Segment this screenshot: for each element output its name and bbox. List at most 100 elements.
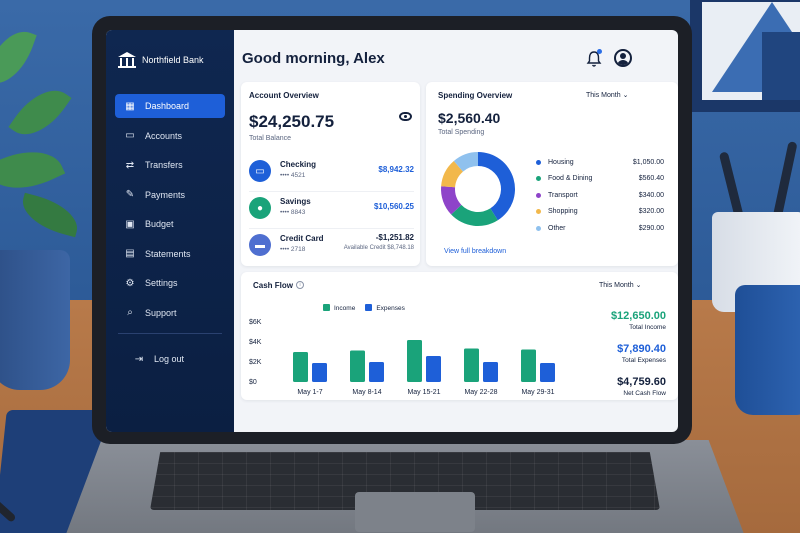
logout-button[interactable]: ⇥ Log out [124, 347, 224, 371]
donut-slice-1 [451, 204, 498, 226]
expense-bar-2 [426, 356, 441, 382]
cash-flow-legend: Income Expenses [323, 304, 405, 312]
total-balance-label: Total Balance [249, 135, 292, 142]
total-expenses-value: $7,890.40 [617, 343, 666, 355]
avatar[interactable] [614, 49, 632, 67]
legend-swatch [536, 159, 541, 165]
account-number: •••• 2718 [280, 246, 306, 253]
period-select[interactable]: This Month ⌄ [586, 91, 628, 99]
bank-icon [118, 52, 136, 68]
legend-label: Housing [548, 158, 574, 166]
legend-item: Transport $340.00 [536, 187, 664, 204]
account-amount: -$1,251.82 [375, 233, 414, 242]
account-row-credit-card[interactable]: ▬ Credit Card •••• 2718 -$1,251.82 Avail… [249, 232, 414, 262]
total-balance: $24,250.75 [249, 112, 335, 131]
sidebar-item-label: Support [145, 307, 177, 318]
y-tick-label: $4K [249, 339, 262, 346]
x-tick-label: May 15-21 [407, 389, 440, 396]
income-bar-2 [407, 340, 422, 382]
legend-value: $320.00 [638, 208, 664, 216]
account-amount: $10,560.25 [373, 202, 414, 211]
legend-item-expenses: Expenses [365, 304, 405, 312]
legend-swatch [536, 176, 541, 182]
period-select-value: This Month [599, 282, 634, 289]
trackpad [355, 492, 475, 532]
sidebar-item-budget[interactable]: ▣ Budget [115, 212, 225, 236]
sidebar-item-transfers[interactable]: ⇄ Transfers [115, 153, 225, 177]
available-credit: Available Credit $8,748.18 [343, 245, 414, 251]
budget-icon: ▣ [125, 218, 135, 230]
y-tick-label: $2K [249, 359, 262, 366]
account-row-savings[interactable]: ● Savings •••• 8843 $10,560.25 [249, 195, 414, 225]
card-icon: ▭ [249, 160, 271, 182]
cash-flow-card: Cash Flow i This Month ⌄ Income Expenses… [241, 272, 678, 400]
chevron-down-icon: ⌄ [622, 92, 629, 99]
account-number: •••• 8843 [280, 209, 306, 216]
logout-label: Log out [154, 354, 185, 364]
legend-label: Food & Dining [548, 175, 593, 183]
plant-pot [0, 250, 70, 390]
total-spending: $2,560.40 [438, 110, 501, 126]
row-divider [249, 228, 414, 229]
legend-value: $1,050.00 [632, 158, 664, 166]
cash-flow-chart: $6K $4K $2K $0 May 1-7 May 8-14 May 15-21 May 2… [249, 319, 555, 396]
cash-flow-period-select[interactable]: This Month ⌄ [599, 281, 641, 289]
account-name: Credit Card [280, 234, 324, 243]
view-breakdown-link[interactable]: View full breakdown [444, 248, 506, 255]
sidebar-item-label: Dashboard [145, 101, 190, 111]
expense-bar-0 [312, 363, 327, 382]
x-tick-label: May 8-14 [352, 389, 381, 396]
app-screen: Northfield Bank ▦ Dashboard ▭ Accounts ⇄… [106, 30, 678, 432]
payment-icon: ✎ [125, 189, 135, 200]
nav-divider [118, 333, 222, 334]
brand[interactable]: Northfield Bank [118, 52, 204, 68]
chevron-down-icon: ⌄ [635, 282, 642, 289]
blue-mug [735, 285, 800, 415]
legend-item-income: Income [323, 304, 355, 312]
legend-label: Shopping [548, 208, 578, 216]
legend-swatch [536, 209, 541, 215]
x-tick-label: May 29-31 [521, 389, 554, 396]
grid-icon: ▦ [125, 100, 135, 112]
transfer-icon: ⇄ [125, 159, 135, 171]
spending-overview-card: Spending Overview This Month ⌄ $2,560.40… [426, 82, 678, 266]
y-tick-label: $6K [249, 319, 262, 326]
document-icon: ▤ [125, 248, 135, 259]
gear-icon: ⚙ [125, 277, 135, 289]
legend-value: $290.00 [638, 224, 664, 232]
eye-icon[interactable] [399, 112, 412, 121]
credit-card-icon: ▬ [249, 234, 271, 256]
expense-bar-1 [369, 362, 384, 382]
sidebar-item-label: Budget [145, 219, 174, 229]
income-bar-0 [293, 352, 308, 382]
notification-dot [597, 49, 602, 54]
sidebar-item-payments[interactable]: ✎ Payments [115, 183, 225, 207]
legend-label: Expenses [376, 305, 405, 312]
net-cash-flow-value: $4,759.60 [617, 376, 666, 388]
sidebar-item-accounts[interactable]: ▭ Accounts [115, 124, 225, 148]
net-cash-flow-label: Net Cash Flow [623, 390, 666, 397]
account-number: •••• 4521 [280, 172, 306, 179]
brand-name: Northfield Bank [142, 55, 204, 65]
sidebar-item-support[interactable]: ⌕ Support [115, 301, 225, 325]
legend-label: Other [548, 224, 566, 232]
account-overview-title: Account Overview [249, 91, 319, 100]
period-select-value: This Month [586, 92, 621, 99]
legend-swatch [536, 192, 541, 198]
sidebar-item-label: Transfers [145, 160, 183, 170]
sidebar-item-settings[interactable]: ⚙ Settings [115, 271, 225, 295]
sidebar-item-statements[interactable]: ▤ Statements [115, 242, 225, 266]
logout-icon: ⇥ [134, 353, 144, 365]
cash-flow-title: Cash Flow [253, 281, 294, 290]
info-icon[interactable]: i [296, 281, 304, 289]
legend-value: $560.40 [638, 175, 664, 183]
account-row-checking[interactable]: ▭ Checking •••• 4521 $8,942.32 [249, 158, 414, 188]
legend-item: Food & Dining $560.40 [536, 171, 664, 188]
sidebar-item-label: Statements [145, 248, 191, 259]
sidebar-item-dashboard[interactable]: ▦ Dashboard [115, 94, 225, 118]
income-bar-3 [464, 348, 479, 382]
legend-item: Shopping $320.00 [536, 204, 664, 221]
x-tick-label: May 22-28 [464, 389, 497, 396]
account-amount: $8,942.32 [378, 165, 414, 174]
sidebar-item-label: Payments [145, 189, 186, 200]
